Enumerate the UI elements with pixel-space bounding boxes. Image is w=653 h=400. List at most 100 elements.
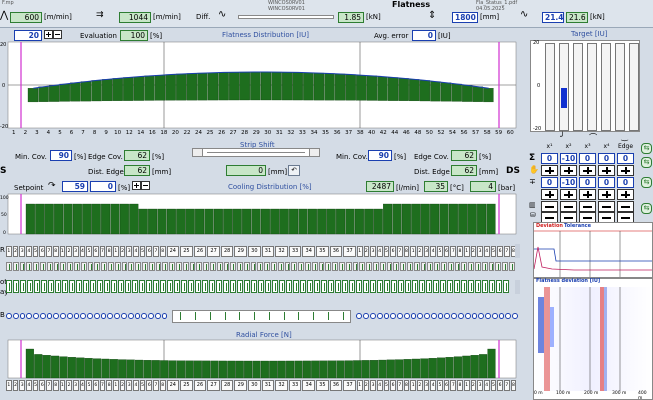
spray-indicator[interactable] xyxy=(237,280,243,293)
increment-button[interactable] xyxy=(617,165,634,176)
bearing-circle[interactable] xyxy=(100,313,107,319)
nozzle-cell[interactable]: 4 xyxy=(376,245,383,257)
nozzle-cell[interactable]: 7 xyxy=(46,245,52,257)
bearing-circle[interactable] xyxy=(410,313,417,319)
bearing-circle[interactable] xyxy=(73,313,80,319)
spray-indicator[interactable] xyxy=(6,280,12,293)
bearing-circle[interactable] xyxy=(356,313,363,319)
nozzle-cell[interactable]: 6 xyxy=(39,245,46,257)
spray-indicator[interactable] xyxy=(314,280,320,293)
bearing-circle[interactable] xyxy=(127,313,134,319)
spray-indicator[interactable] xyxy=(111,280,117,293)
spray-indicator[interactable] xyxy=(230,280,236,293)
spray-indicator[interactable] xyxy=(384,280,390,293)
bearing-circle[interactable] xyxy=(485,313,491,319)
spray-indicator[interactable] xyxy=(356,280,362,293)
bearing-circle[interactable] xyxy=(161,313,168,319)
spray-indicator[interactable] xyxy=(440,280,446,293)
nozzle-cell[interactable]: 8 xyxy=(159,245,166,257)
spray-indicator[interactable] xyxy=(223,280,229,293)
bearing-circle[interactable] xyxy=(512,313,518,319)
spray-indicator[interactable] xyxy=(342,280,348,293)
target-coefficient-input[interactable]: 0 xyxy=(598,177,615,188)
spray-indicator[interactable] xyxy=(328,280,334,293)
spray-indicator[interactable] xyxy=(475,280,481,293)
spray-indicator[interactable] xyxy=(62,280,68,293)
bearing-circle[interactable] xyxy=(114,313,121,319)
spray-indicator[interactable] xyxy=(307,280,313,293)
bearing-circle[interactable] xyxy=(87,313,93,319)
bearing-circle[interactable] xyxy=(121,313,127,319)
nozzle-cell[interactable]: 4 xyxy=(26,245,32,257)
nozzle-zone-cell[interactable]: 31 xyxy=(261,245,275,257)
spray-indicator[interactable] xyxy=(146,280,152,293)
spray-indicator[interactable] xyxy=(167,280,173,293)
bearing-circle[interactable] xyxy=(148,313,154,319)
nozzle-zone-cell[interactable]: 24 xyxy=(166,245,180,257)
spray-indicator[interactable] xyxy=(153,280,159,293)
right-scrollbar-1[interactable] xyxy=(515,244,520,258)
spray-indicator[interactable] xyxy=(48,280,54,293)
spray-indicator[interactable] xyxy=(272,280,278,293)
nozzle-zone-cell[interactable]: 36 xyxy=(329,245,343,257)
increment-button[interactable] xyxy=(579,189,596,200)
nozzle-cell[interactable]: 8 xyxy=(106,245,112,257)
nozzle-cell[interactable]: 8 xyxy=(52,245,59,257)
bearing-circle[interactable] xyxy=(19,313,26,319)
bearing-circle[interactable] xyxy=(491,313,498,319)
spray-indicator[interactable] xyxy=(286,280,292,293)
spray-indicator[interactable] xyxy=(195,280,201,293)
nozzle-zone-cell[interactable]: 28 xyxy=(220,245,234,257)
spray-indicator[interactable] xyxy=(83,280,89,293)
target-coefficient-input[interactable]: -10 xyxy=(560,153,577,164)
decrement-button[interactable] xyxy=(579,201,596,212)
nozzle-cell[interactable]: 3 xyxy=(423,245,430,257)
spray-indicator[interactable] xyxy=(118,280,124,293)
bearing-circle[interactable] xyxy=(80,313,87,319)
nozzle-zone-cell[interactable]: 27 xyxy=(207,245,220,257)
spray-indicator[interactable] xyxy=(258,280,264,293)
nozzle-cell[interactable]: 2 xyxy=(12,245,19,257)
min-cov-right-input[interactable]: 90 xyxy=(368,150,392,161)
spray-indicator[interactable] xyxy=(363,280,369,293)
increment-button[interactable] xyxy=(579,165,596,176)
nozzle-zone-cell[interactable]: 25 xyxy=(180,245,193,257)
nozzle-cell[interactable]: 7 xyxy=(153,245,159,257)
sync-button-1[interactable]: ⇆ xyxy=(641,143,652,154)
nozzle-cell[interactable]: 8 xyxy=(403,245,410,257)
target-coefficient-input[interactable]: 0 xyxy=(541,153,558,164)
spray-indicator[interactable] xyxy=(90,280,96,293)
bearing-circle[interactable] xyxy=(397,313,403,319)
nozzle-cell[interactable]: 2 xyxy=(470,245,477,257)
spray-indicator[interactable] xyxy=(188,280,194,293)
nozzle-cell[interactable]: 1 xyxy=(6,245,12,257)
strip-shift-slider[interactable] xyxy=(192,148,320,157)
nozzle-cell[interactable]: 2 xyxy=(363,245,370,257)
bearing-circle[interactable] xyxy=(154,313,161,319)
spray-indicator[interactable] xyxy=(265,280,271,293)
nozzle-cell[interactable]: 6 xyxy=(497,245,503,257)
spray-indicator[interactable] xyxy=(20,280,26,293)
bearing-circle[interactable] xyxy=(60,313,66,319)
setpoint-adjust-icon[interactable] xyxy=(132,181,150,192)
nozzle-cell[interactable]: 5 xyxy=(32,245,39,257)
sync-button-3[interactable]: ⇆ xyxy=(641,177,652,188)
bearing-circle[interactable] xyxy=(498,313,505,319)
nozzle-zone-cell[interactable]: 35 xyxy=(316,245,329,257)
decrement-button[interactable] xyxy=(598,201,615,212)
bearing-circle[interactable] xyxy=(39,313,46,319)
nozzle-cell[interactable]: 3 xyxy=(370,245,376,257)
target-coefficient-input[interactable]: 0 xyxy=(617,153,634,164)
nozzle-cell[interactable]: 1 xyxy=(410,245,416,257)
bearing-circle[interactable] xyxy=(430,313,437,319)
setpoint-value-1[interactable]: 59 xyxy=(62,181,88,192)
nozzle-zone-cell[interactable]: 26 xyxy=(193,245,207,257)
spray-indicator[interactable] xyxy=(41,280,47,293)
target-coefficient-input[interactable]: 0 xyxy=(579,153,596,164)
spray-indicator[interactable] xyxy=(279,280,285,293)
spray-indicator[interactable] xyxy=(489,280,495,293)
spray-indicator[interactable] xyxy=(34,280,40,293)
spray-indicator[interactable] xyxy=(139,280,145,293)
bearing-circle[interactable] xyxy=(12,313,19,319)
nozzle-zone-cell[interactable]: 33 xyxy=(288,245,302,257)
